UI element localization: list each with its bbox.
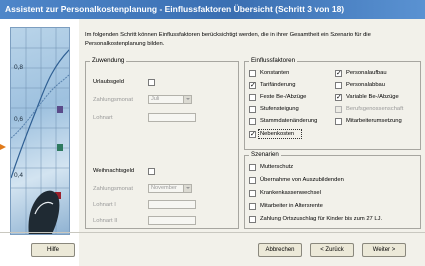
next-button[interactable]: Weiter > (362, 243, 406, 257)
wizard-window: Assistent zur Personalkostenplanung - Ei… (0, 0, 425, 266)
mitarbeiterumsetzung-checkbox[interactable] (335, 118, 342, 125)
personalabbau-label: Personalabbau (346, 82, 385, 88)
variable-be-abzuege-label: Variable Be-/Abzüge (346, 94, 399, 100)
tarifaenderung-checkbox[interactable]: ✓ (249, 82, 256, 89)
lohnart-label: Lohnart (93, 115, 113, 121)
intro-text: Im folgenden Schritt können Einflussfakt… (85, 32, 371, 47)
help-button[interactable]: Hilfe (31, 243, 75, 257)
feste-be-abzuege-label: Feste Be-/Abzüge (260, 94, 307, 100)
zahlungsmonat-select[interactable]: Juli (148, 95, 192, 104)
nebenkosten-checkbox[interactable]: ✓ (249, 131, 256, 138)
urlaubsgeld-label: Urlaubsgeld (93, 79, 124, 85)
title-bar: Assistent zur Personalkostenplanung - Ei… (0, 0, 425, 19)
content-area: Im folgenden Schritt können Einflussfakt… (79, 19, 425, 266)
zahlungsmonat2-select[interactable]: November (148, 184, 192, 193)
uebernahme-azubis-label: Übernahme von Auszubildenden (260, 177, 344, 183)
lohnart1-label: Lohnart I (93, 202, 116, 208)
zuwendung-group-title: Zuwendung (90, 57, 127, 64)
personalaufbau-label: Personalaufbau (346, 70, 387, 76)
krankenkassenwechsel-label: Krankenkassenwechsel (260, 190, 321, 196)
focus-rectangle (258, 129, 302, 139)
tarifaenderung-label: Tarifänderung (260, 82, 296, 88)
axis-value-0-6: 0,6 (14, 116, 24, 123)
zahlungsmonat2-value: November (151, 185, 177, 191)
lohnart-input[interactable] (148, 113, 196, 122)
axis-value-0-4: 0,4 (14, 172, 24, 179)
zuwendung-group: Zuwendung Urlaubsgeld Zahlungsmonat Juli… (85, 57, 239, 229)
stammdatenaenderung-label: Stammdatenänderung (260, 118, 318, 124)
chevron-down-icon (183, 96, 191, 103)
stufensteigung-label: Stufensteigung (260, 106, 299, 112)
stammdatenaenderung-checkbox[interactable] (249, 118, 256, 125)
personalaufbau-checkbox[interactable]: ✓ (335, 70, 342, 77)
uebernahme-azubis-checkbox[interactable] (249, 177, 256, 184)
weihnachtsgeld-label: Weihnachtsgeld (93, 168, 135, 174)
lohnart2-label: Lohnart II (93, 218, 118, 224)
step-indicator-arrow-icon (0, 144, 6, 150)
ortszuschlag-label: Zahlung Ortszuschlag für Kinder bis zum … (260, 216, 383, 222)
berufsgenossenschaft-label: Berufsgenossenschaft (346, 106, 404, 112)
stufensteigung-checkbox[interactable] (249, 106, 256, 113)
footer-divider (0, 232, 425, 233)
szenarien-group: Szenarien Mutterschutz Übernahme von Aus… (244, 151, 421, 229)
back-button[interactable]: < Zurück (310, 243, 354, 257)
zahlungsmonat2-label: Zahlungsmonat (93, 186, 133, 192)
cancel-button[interactable]: Abbrechen (258, 243, 302, 257)
einflussfaktoren-group: Einflussfaktoren Konstanten ✓ Tarifänder… (244, 57, 421, 150)
altersrente-checkbox[interactable] (249, 203, 256, 210)
chart-decoration-graphic (11, 28, 69, 234)
berufsgenossenschaft-checkbox (335, 106, 342, 113)
urlaubsgeld-checkbox[interactable] (148, 79, 155, 86)
lohnart1-input[interactable] (148, 200, 196, 209)
szenarien-group-title: Szenarien (249, 151, 281, 158)
axis-value-0-8: 0,8 (14, 64, 24, 71)
konstanten-label: Konstanten (260, 70, 290, 76)
altersrente-label: Mitarbeiter in Altersrente (260, 203, 323, 209)
variable-be-abzuege-checkbox[interactable]: ✓ (335, 94, 342, 101)
decorative-side-image: 0,8 0,6 0,4 (10, 27, 70, 235)
zahlungsmonat-label: Zahlungsmonat (93, 97, 133, 103)
zahlungsmonat-value: Juli (151, 96, 160, 102)
weihnachtsgeld-checkbox[interactable] (148, 168, 155, 175)
window-title: Assistent zur Personalkostenplanung - Ei… (5, 4, 345, 14)
feste-be-abzuege-checkbox[interactable] (249, 94, 256, 101)
personalabbau-checkbox[interactable] (335, 82, 342, 89)
lohnart2-input[interactable] (148, 216, 196, 225)
mutterschutz-checkbox[interactable] (249, 164, 256, 171)
konstanten-checkbox[interactable] (249, 70, 256, 77)
mitarbeiterumsetzung-label: Mitarbeiterumsetzung (346, 118, 402, 124)
chevron-down-icon (183, 185, 191, 192)
krankenkassenwechsel-checkbox[interactable] (249, 190, 256, 197)
ortszuschlag-checkbox[interactable] (249, 216, 256, 223)
mutterschutz-label: Mutterschutz (260, 164, 294, 170)
einflussfaktoren-group-title: Einflussfaktoren (249, 57, 298, 64)
